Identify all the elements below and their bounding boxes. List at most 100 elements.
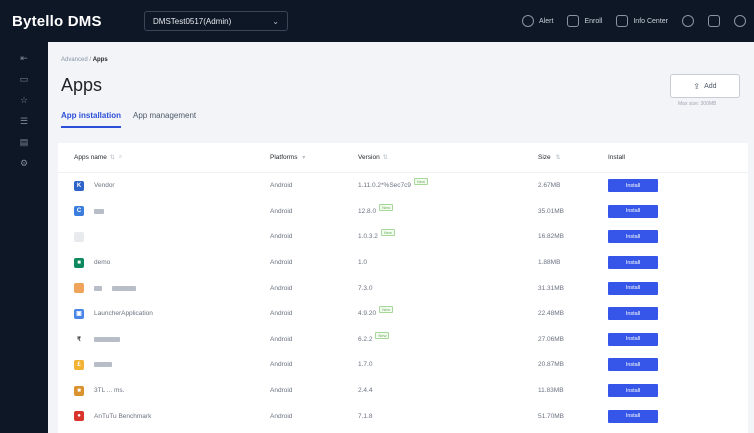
rail-item-star[interactable]: ☆ [0, 90, 48, 111]
breadcrumb-parent[interactable]: Advanced [61, 57, 88, 63]
brand-logo[interactable]: Bytello DMS [12, 13, 112, 30]
install-button[interactable]: Install [608, 358, 658, 372]
install-button[interactable]: Install [608, 307, 658, 321]
table-row: ▣ LauncherApplication Android 4.9.20 New 22.4… [58, 301, 748, 327]
column-header-name[interactable]: Apps name ⇅ ⌕ [58, 154, 270, 161]
table-row: ■ 3TL ... ms. Android 2.4.4 11.83MB Install [58, 378, 748, 404]
user-icon[interactable] [734, 15, 746, 27]
version-cell: 1.0.3.2 New [358, 229, 538, 241]
sort-icon[interactable]: ⇅ [383, 154, 388, 161]
install-cell: Install [608, 384, 748, 398]
table-row: ● AnTuTu Benchmark Android 7.1.8 51.70MB Inst… [58, 403, 748, 429]
tab-bar: App installation App management [61, 111, 208, 128]
tenant-label: DMSTest0517(Admin) [153, 16, 232, 26]
install-button[interactable]: Install [608, 384, 658, 398]
platform-cell: Android [270, 310, 293, 318]
rail-item-settings[interactable]: ⚙ [0, 153, 48, 174]
column-header-install: Install [608, 154, 625, 161]
version-text: 12.8.0 [358, 207, 377, 215]
new-badge: New [414, 178, 429, 186]
version-cell: 1.11.0.2*%Sec7c9 New [358, 178, 538, 189]
version-text: 1.7.0 [358, 361, 373, 369]
app-name: demo [94, 259, 111, 267]
table-row: Android 1.0.3.2 New 16.82MB Install [58, 224, 748, 250]
add-button[interactable]: ⇪ Add [670, 74, 740, 98]
enroll-icon [567, 15, 580, 27]
apps-table: Apps name ⇅ ⌕ Platforms ▾ Version ⇅ Size… [58, 143, 748, 433]
sort-icon[interactable]: ⇅ [555, 155, 560, 161]
chevron-down-icon: ⌄ [272, 16, 279, 26]
topnav-label: Info Center [633, 17, 668, 25]
version-text: 6.2.2 [358, 335, 373, 343]
app-name-cell: C [58, 206, 270, 217]
table-row: £ Android 1.7.0 20.87MB Install [58, 352, 748, 378]
version-text: 4.9.20 [358, 310, 377, 318]
new-badge: New [380, 229, 395, 237]
version-cell: 12.8.0 New [358, 203, 538, 215]
install-cell: Install [608, 409, 748, 423]
top-bar: Bytello DMS DMSTest0517(Admin) ⌄ Alert En… [0, 0, 754, 42]
app-name: Vendor [94, 182, 115, 190]
tab-app-management[interactable]: App management [133, 111, 196, 128]
app-icon: ■ [74, 257, 84, 268]
install-cell: Install [608, 230, 748, 244]
platform-cell: Android [270, 412, 293, 420]
star-icon: ☆ [19, 95, 29, 105]
version-cell: 1.7.0 [358, 361, 538, 368]
app-name-cell: £ [58, 359, 270, 370]
redacted-name [94, 336, 120, 342]
printer-icon: ▤ [19, 137, 29, 147]
max-size-note: Max size: 300MB [678, 101, 717, 107]
table-row: K Vendor Android 1.11.0.2*%Sec7c9 New 2.67MB I… [58, 173, 748, 199]
rail-item-expand[interactable]: ⇤ [0, 48, 48, 69]
size-cell: 16.82MB [538, 233, 565, 241]
device-icon: ▭ [19, 74, 29, 84]
topnav-item-alert[interactable]: Alert [522, 15, 553, 27]
topnav-label: Enroll [584, 17, 603, 25]
app-name-cell: ● AnTuTu Benchmark [58, 411, 270, 422]
version-text: 2.4.4 [358, 387, 373, 395]
rail-item-list[interactable]: ☰ [0, 111, 48, 132]
app-name-cell [58, 283, 270, 294]
version-text: 1.0.3.2 [358, 233, 378, 241]
column-header-platforms[interactable]: Platforms ▾ [270, 154, 358, 161]
column-header-version[interactable]: Version ⇅ [358, 154, 538, 161]
rail-item-device[interactable]: ▭ [0, 69, 48, 90]
app-icon [74, 231, 84, 242]
topnav-label: Alert [539, 17, 554, 25]
install-cell: Install [608, 281, 748, 295]
size-cell: 35.01MB [538, 207, 565, 215]
app-icon: K [74, 180, 84, 191]
filter-icon[interactable]: ▾ [302, 155, 305, 161]
topnav-item-info-center[interactable]: Info Center [616, 15, 668, 27]
app-icon: £ [74, 359, 84, 370]
install-button[interactable]: Install [608, 332, 658, 346]
install-button[interactable]: Install [608, 179, 658, 193]
install-button[interactable]: Install [608, 230, 658, 244]
rail-item-printer[interactable]: ▤ [0, 132, 48, 153]
topnav-item-enroll[interactable]: Enroll [567, 15, 602, 27]
platform-cell: Android [270, 182, 293, 190]
version-cell: 6.2.2 New [358, 331, 538, 343]
list-icon: ☰ [19, 116, 29, 126]
tab-app-installation[interactable]: App installation [61, 111, 121, 128]
size-cell: 31.31MB [538, 284, 565, 292]
version-text: 7.3.0 [358, 284, 373, 292]
upload-icon: ⇪ [693, 81, 701, 91]
version-cell: 7.1.8 [358, 413, 538, 420]
sort-icon[interactable]: ⇅ [110, 154, 115, 161]
globe-icon[interactable] [682, 15, 694, 27]
install-button[interactable]: Install [608, 204, 658, 218]
app-name: 3TL ... ms. [94, 387, 125, 395]
filter-icon[interactable]: ⌕ [119, 154, 122, 161]
column-header-size[interactable]: Size ⇅ [538, 154, 608, 161]
app-icon: C [74, 206, 84, 217]
table-header: Apps name ⇅ ⌕ Platforms ▾ Version ⇅ Size… [58, 143, 748, 173]
install-button[interactable]: Install [608, 281, 658, 295]
chat-icon[interactable] [708, 15, 720, 27]
install-button[interactable]: Install [608, 409, 658, 423]
install-button[interactable]: Install [608, 256, 658, 270]
version-cell: 7.3.0 [358, 285, 538, 292]
info-center-icon [616, 15, 629, 27]
tenant-selector[interactable]: DMSTest0517(Admin) ⌄ [144, 11, 288, 31]
